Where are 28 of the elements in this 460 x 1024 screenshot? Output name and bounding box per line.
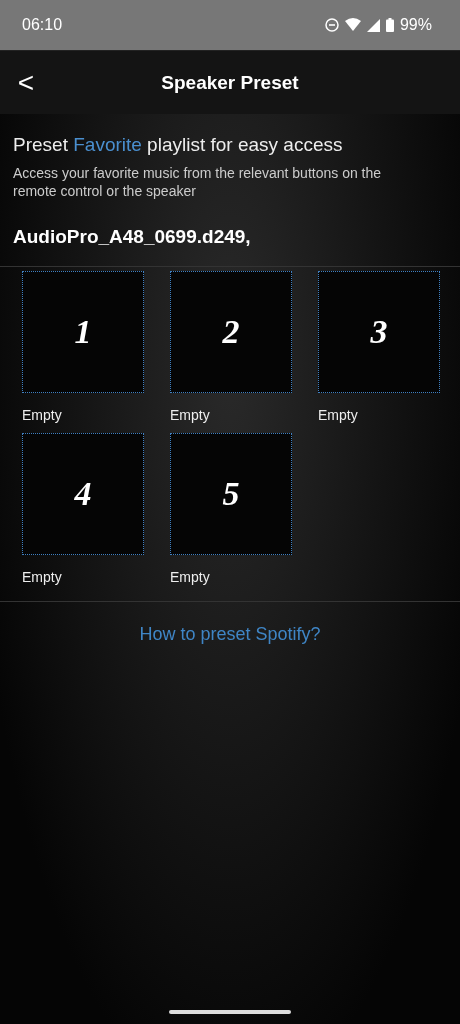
home-indicator[interactable] (169, 1010, 291, 1014)
signal-icon (366, 18, 380, 32)
preset-slot[interactable]: 3 (318, 271, 440, 393)
preset-number: 5 (222, 475, 240, 513)
battery-icon (385, 18, 394, 32)
intro-description: Access your favorite music from the relevant buttons on the remote control or the speaker (13, 164, 383, 200)
preset-slot[interactable]: 1 (22, 271, 144, 393)
status-time: 06:10 (22, 16, 63, 34)
preset-label: Empty (170, 407, 211, 423)
preset-slot[interactable]: 5 (170, 433, 292, 555)
screen-title: Speaker Preset (161, 71, 299, 94)
wifi-icon (344, 18, 361, 32)
device-name: AudioPro_A48_0699.d249, (0, 200, 460, 267)
preset-label: Empty (22, 569, 63, 585)
preset-slot[interactable]: 4 (22, 433, 144, 555)
back-button[interactable]: < (0, 66, 40, 99)
battery-percentage: 99% (399, 16, 432, 34)
intro-heading: Preset Favorite playlist for easy access (13, 134, 344, 156)
preset-label: Empty (318, 407, 359, 423)
help-link[interactable]: How to preset Spotify? (139, 624, 321, 645)
preset-number: 4 (74, 475, 92, 513)
preset-number: 1 (74, 313, 92, 351)
preset-label: Empty (22, 407, 63, 423)
preset-number: 3 (370, 313, 388, 351)
preset-slot[interactable]: 2 (170, 271, 292, 393)
do-not-disturb-icon (324, 18, 339, 32)
preset-number: 2 (222, 313, 240, 351)
preset-label: Empty (170, 569, 211, 585)
